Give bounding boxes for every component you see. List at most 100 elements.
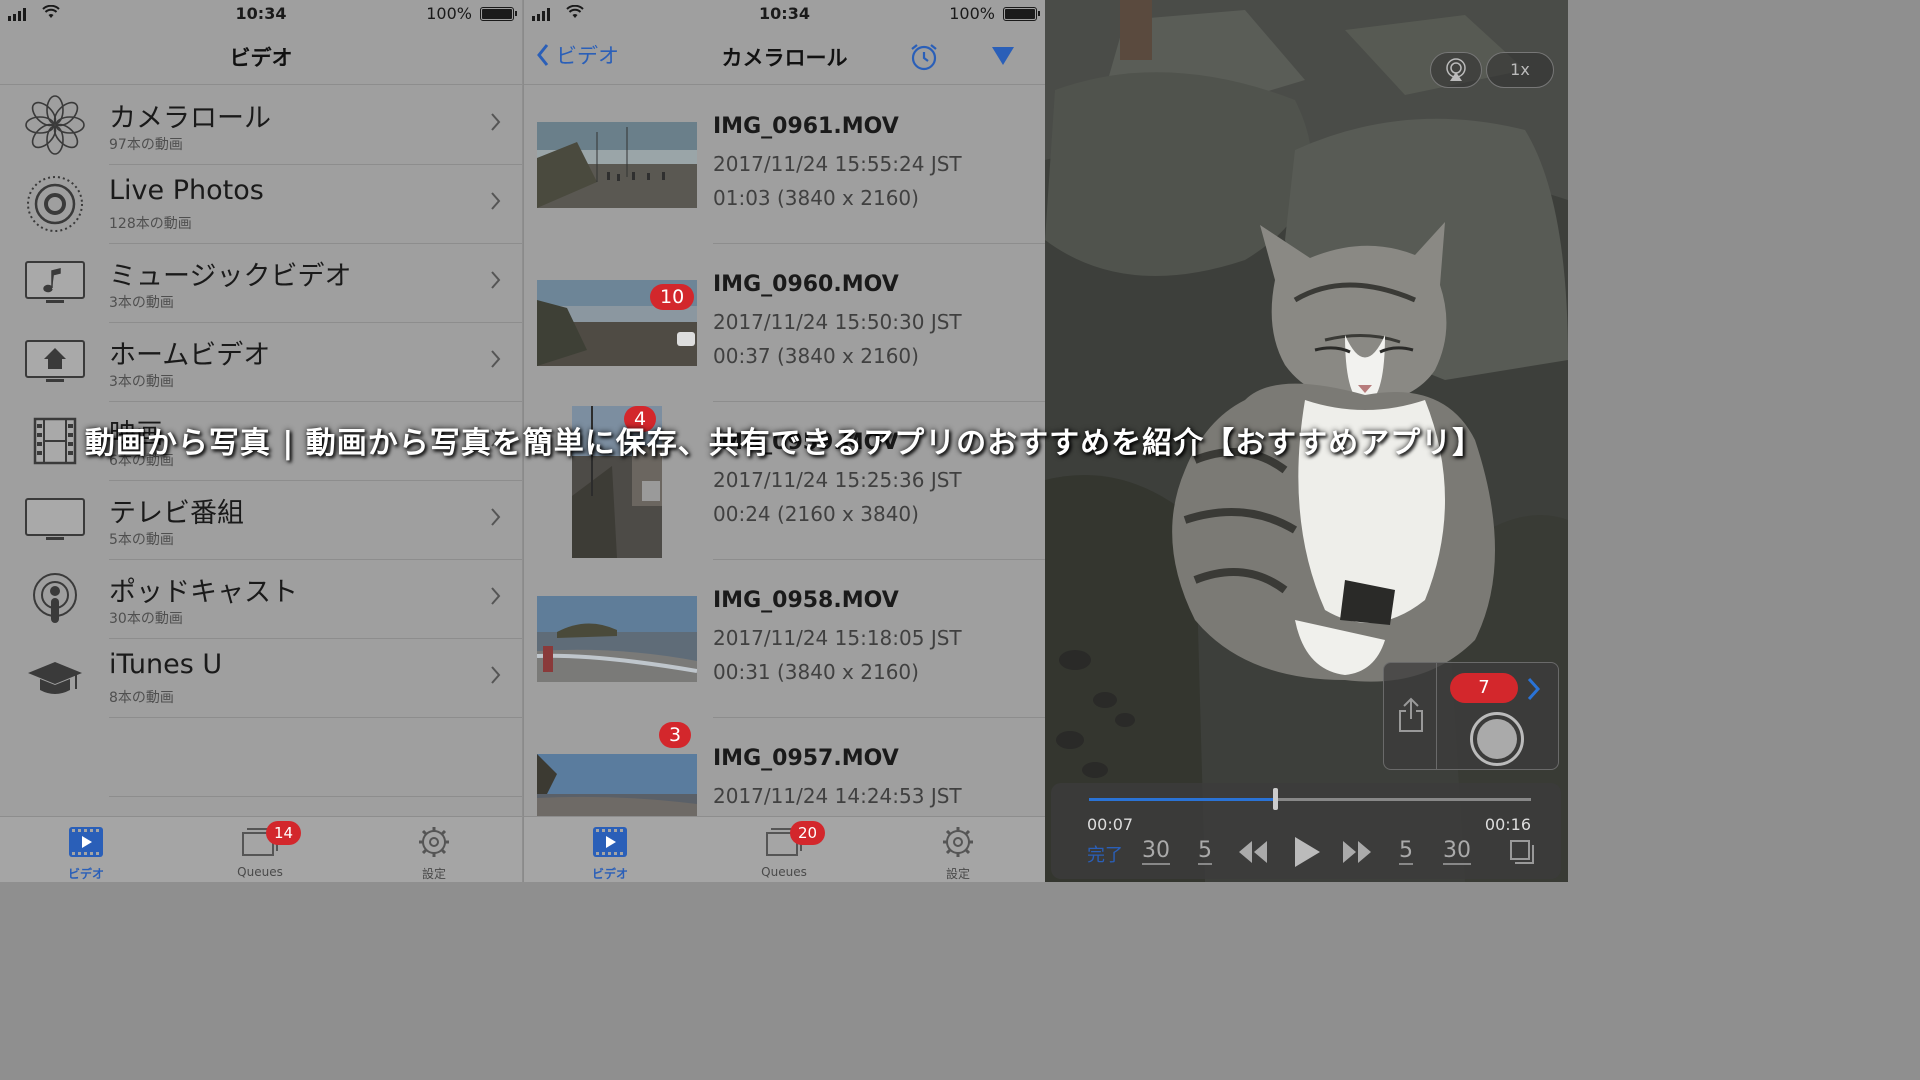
list-item-title: Live Photos: [109, 175, 264, 206]
video-tab-icon: [593, 827, 627, 857]
video-date: 2017/11/24 15:55:24 JST: [713, 152, 962, 176]
status-bar: 10:34 100%: [524, 0, 1045, 30]
done-button[interactable]: 完了: [1087, 841, 1123, 867]
list-item-camera-roll[interactable]: カメラロール 97本の動画: [0, 86, 522, 165]
tab-settings[interactable]: 設定: [898, 825, 1018, 882]
progress-fill: [1089, 798, 1275, 801]
capture-count-badge: 7: [1450, 673, 1518, 703]
tab-queues[interactable]: 14 Queues: [200, 821, 320, 879]
tab-settings[interactable]: 設定: [374, 825, 494, 882]
playback-speed-button[interactable]: 1x: [1486, 52, 1554, 88]
list-item-live-photos[interactable]: Live Photos 128本の動画: [0, 165, 522, 244]
tv-icon: [22, 489, 88, 551]
battery-icon: [480, 7, 517, 21]
tab-video[interactable]: ビデオ: [550, 825, 670, 882]
chevron-right-icon: [491, 587, 501, 605]
chevron-right-icon: [491, 350, 501, 368]
chevron-right-icon[interactable]: [1526, 676, 1542, 702]
chevron-right-icon: [491, 666, 501, 684]
list-item-count: 3本の動画: [109, 374, 174, 390]
queues-badge: 20: [790, 821, 826, 845]
playback-controls: 00:07 00:16 完了 30 5 5 30: [1051, 783, 1561, 879]
capture-button[interactable]: [1470, 712, 1524, 766]
podcast-icon: [22, 568, 88, 630]
copy-icon[interactable]: [1509, 839, 1535, 865]
flower-icon: [22, 94, 88, 156]
chevron-right-icon: [491, 271, 501, 289]
list-item-title: カメラロール: [109, 103, 271, 134]
tab-bar: ビデオ 14 Queues 設定: [0, 816, 522, 882]
fast-forward-icon[interactable]: [1341, 839, 1373, 865]
video-duration: 00:24 (2160 x 3840): [713, 502, 919, 526]
list-item-title: ホームビデオ: [109, 340, 271, 371]
list-item-title: テレビ番組: [109, 498, 244, 529]
video-filename: IMG_0961.MOV: [713, 114, 899, 139]
video-tab-icon: [69, 827, 103, 857]
skip-forward-5-button[interactable]: 5: [1399, 838, 1413, 865]
chevron-right-icon: [491, 113, 501, 131]
time-elapsed: 00:07: [1087, 815, 1134, 834]
tab-label: Queues: [761, 865, 807, 879]
list-item-podcasts[interactable]: ポッドキャスト 30本の動画: [0, 560, 522, 639]
battery-percent: 100%: [949, 4, 995, 23]
category-list: カメラロール 97本の動画 Live Photos 128本の動画 ミュージック…: [0, 86, 522, 718]
tab-video[interactable]: ビデオ: [26, 825, 146, 882]
gear-icon: [943, 827, 973, 857]
tab-queues[interactable]: 20 Queues: [724, 821, 844, 879]
video-row[interactable]: 10 IMG_0960.MOV 2017/11/24 15:50:30 JST …: [524, 244, 1045, 402]
video-date: 2017/11/24 15:18:05 JST: [713, 626, 962, 650]
battery-icon: [1003, 7, 1040, 21]
chevron-right-icon: [491, 192, 501, 210]
video-filename: IMG_0958.MOV: [713, 588, 899, 613]
alarm-clock-icon[interactable]: [909, 42, 939, 72]
capture-panel: 7: [1383, 662, 1559, 770]
nav-bar: ビデオ カメラロール: [524, 30, 1045, 85]
tab-label: ビデオ: [591, 867, 628, 881]
skip-forward-30-button[interactable]: 30: [1443, 838, 1471, 865]
progress-scrubber[interactable]: [1272, 788, 1278, 810]
video-thumbnail: [537, 122, 697, 208]
video-row[interactable]: IMG_0961.MOV 2017/11/24 15:55:24 JST 01:…: [524, 86, 1045, 244]
video-duration: 01:03 (3840 x 2160): [713, 186, 919, 210]
graduation-cap-icon: [22, 647, 88, 709]
video-date: 2017/11/24 14:24:53 JST: [713, 784, 962, 808]
video-thumbnail: [537, 596, 697, 682]
list-item-tv-shows[interactable]: テレビ番組 5本の動画: [0, 481, 522, 560]
status-bar: 10:34 100%: [0, 0, 522, 30]
tab-label: Queues: [237, 865, 283, 879]
video-row[interactable]: IMG_0958.MOV 2017/11/24 15:18:05 JST 00:…: [524, 560, 1045, 718]
rewind-icon[interactable]: [1237, 839, 1269, 865]
list-item-title: ミュージックビデオ: [109, 261, 352, 292]
video-date: 2017/11/24 15:50:30 JST: [713, 310, 962, 334]
tab-label: 設定: [945, 867, 970, 881]
page-title: カメラロール: [721, 46, 848, 70]
divider: [109, 796, 522, 797]
skip-back-5-button[interactable]: 5: [1198, 838, 1212, 865]
airplay-button[interactable]: [1430, 52, 1482, 88]
play-icon[interactable]: [1292, 835, 1322, 869]
list-item-music-videos[interactable]: ミュージックビデオ 3本の動画: [0, 244, 522, 323]
list-item-count: 128本の動画: [109, 216, 192, 232]
list-item-title: iTunes U: [109, 649, 223, 680]
tab-label: 設定: [421, 867, 446, 881]
capture-count-badge: 3: [659, 722, 692, 748]
list-item-count: 3本の動画: [109, 295, 174, 311]
overlay-title: 動画から写真 | 動画から写真を簡単に保存、共有できるアプリのおすすめを紹介【お…: [84, 426, 1484, 461]
video-filename: IMG_0960.MOV: [713, 272, 899, 297]
share-icon[interactable]: [1397, 697, 1425, 733]
nav-bar: ビデオ: [0, 30, 522, 85]
list-item-home-videos[interactable]: ホームビデオ 3本の動画: [0, 323, 522, 402]
skip-back-30-button[interactable]: 30: [1142, 838, 1170, 865]
battery-percent: 100%: [426, 4, 472, 23]
live-photos-icon: [22, 173, 88, 235]
list-item-count: 97本の動画: [109, 137, 183, 153]
chevron-right-icon: [491, 508, 501, 526]
list-item-itunes-u[interactable]: iTunes U 8本の動画: [0, 639, 522, 718]
music-tv-icon: [22, 252, 88, 314]
video-list: IMG_0961.MOV 2017/11/24 15:55:24 JST 01:…: [524, 86, 1045, 876]
video-duration: 00:37 (3840 x 2160): [713, 344, 919, 368]
list-item-count: 30本の動画: [109, 611, 183, 627]
list-item-count: 8本の動画: [109, 690, 174, 706]
filter-triangle-icon[interactable]: [991, 46, 1015, 66]
airplay-icon: [1446, 58, 1466, 81]
